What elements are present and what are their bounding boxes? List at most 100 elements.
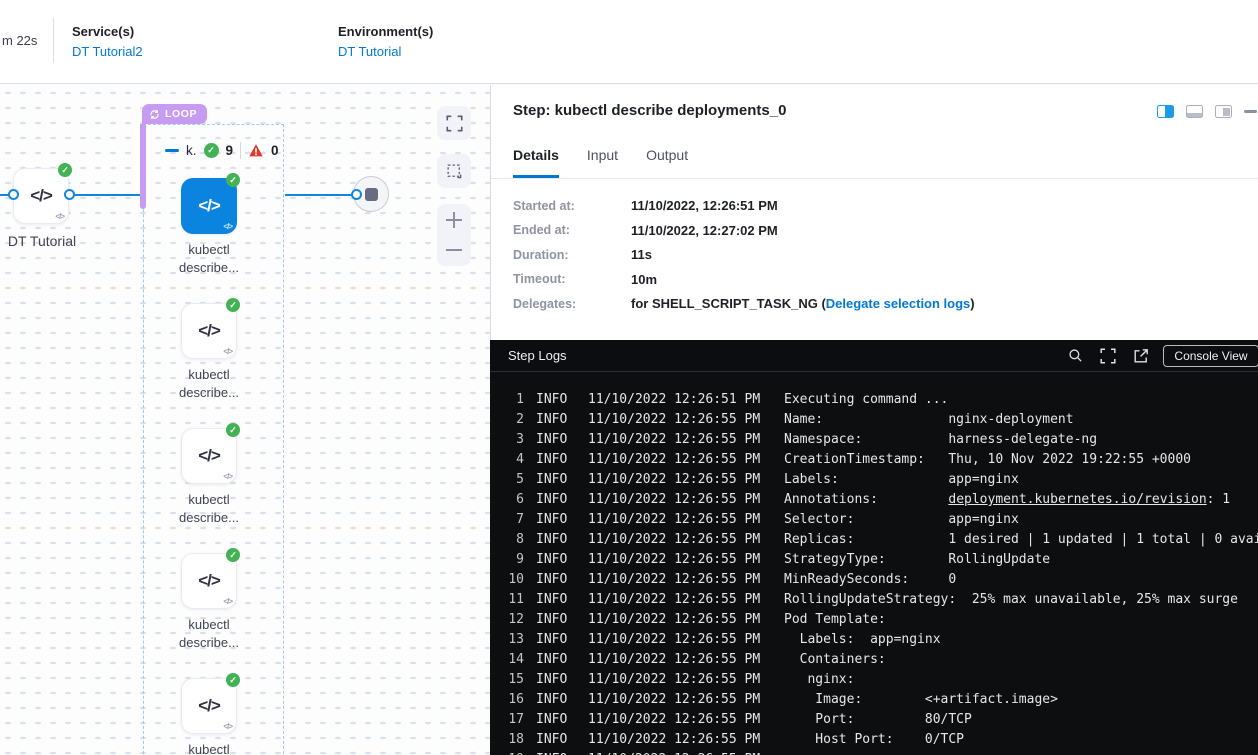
log-line-number: 15	[498, 670, 524, 690]
log-line-number: 9	[498, 550, 524, 570]
detail-row-delegates: Delegates: for SHELL_SCRIPT_TASK_NG (Del…	[513, 296, 975, 312]
step-node-kubectl-describe[interactable]: </></>✓	[181, 678, 237, 734]
open-in-new-tab-icon[interactable]	[1133, 348, 1149, 364]
search-icon[interactable]	[1068, 348, 1083, 363]
layout-bottom-split-icon[interactable]	[1186, 105, 1203, 118]
layout-right-panel-icon[interactable]	[1215, 105, 1232, 118]
code-mini-icon: </>	[223, 472, 232, 481]
step-node-kubectl-describe[interactable]: </></>✓	[181, 178, 237, 234]
log-timestamp: 11/10/2022 12:26:55 PM	[588, 410, 764, 430]
step-node-dt-tutorial[interactable]: </> </> ✓	[13, 168, 69, 224]
log-level: INFO	[536, 650, 576, 670]
log-timestamp: 11/10/2022 12:26:55 PM	[588, 610, 764, 630]
log-message: Labels: app=nginx	[784, 630, 941, 650]
edge-line	[70, 194, 143, 196]
success-badge-icon: ✓	[226, 673, 240, 687]
log-console[interactable]: 1 INFO 11/10/2022 12:26:51 PM Executing com…	[490, 372, 1258, 755]
service-block: Service(s) DT Tutorial2	[72, 24, 143, 59]
detail-value: for SHELL_SCRIPT_TASK_NG (Delegate selec…	[631, 296, 975, 311]
log-line-number: 5	[498, 470, 524, 490]
minimize-icon[interactable]	[1244, 110, 1257, 113]
connector-dot	[64, 189, 75, 200]
log-line: 6INFO11/10/2022 12:26:55 PMAnnotations: …	[498, 490, 1258, 510]
log-timestamp: 11/10/2022 12:26:55 PM	[588, 670, 764, 690]
log-line-number: 10	[498, 570, 524, 590]
log-timestamp: 11/10/2022 12:26:55 PM	[588, 470, 764, 490]
step-details-panel: Step: kubectl describe deployments_0 Det…	[490, 85, 1258, 755]
delegate-selection-logs-link[interactable]: Delegate selection logs	[826, 296, 971, 311]
zoom-in-button[interactable]	[446, 212, 462, 228]
log-message: RollingUpdateStrategy: 25% max unavailab…	[784, 590, 1238, 610]
log-timestamp: 11/10/2022 12:26:55 PM	[588, 570, 764, 590]
log-line-number: 1	[498, 390, 524, 410]
detail-label: Ended at:	[513, 223, 631, 237]
log-line-number: 18	[498, 730, 524, 750]
log-level: INFO	[536, 750, 576, 755]
tab-input[interactable]: Input	[587, 147, 618, 178]
zoom-controls	[437, 204, 471, 266]
service-link[interactable]: DT Tutorial2	[72, 44, 143, 59]
log-timestamp: 11/10/2022 12:26:55 PM	[588, 630, 764, 650]
zoom-out-button[interactable]	[446, 242, 462, 258]
log-line: 12INFO11/10/2022 12:26:55 PMPod Template…	[498, 610, 1258, 630]
detail-row-started-at: Started at: 11/10/2022, 12:26:51 PM	[513, 198, 975, 214]
console-view-button[interactable]: Console View	[1163, 345, 1258, 367]
success-count: 9	[226, 143, 234, 158]
success-badge-icon: ✓	[226, 423, 240, 437]
log-message: Annotations: deployment.kubernetes.io/re…	[784, 490, 1230, 510]
reset-selection-button[interactable]	[437, 154, 471, 188]
log-level: INFO	[536, 550, 576, 570]
connector-dot	[8, 189, 19, 200]
divider	[491, 178, 1258, 179]
code-icon: </>	[30, 186, 52, 206]
log-message: Executing command ...	[784, 390, 948, 410]
environment-label: Environment(s)	[338, 24, 433, 39]
collapse-icon[interactable]	[165, 149, 179, 152]
step-node-kubectl-describe[interactable]: </></>✓	[181, 303, 237, 359]
environment-link[interactable]: DT Tutorial	[338, 44, 433, 59]
fullscreen-icon[interactable]	[1100, 348, 1116, 364]
detail-label: Duration:	[513, 248, 631, 262]
success-badge-icon: ✓	[58, 163, 72, 177]
pipeline-canvas[interactable]: </> </> ✓ DT Tutorial LOOP k. ✓ 9 0 </><…	[0, 85, 490, 755]
loop-badge[interactable]: LOOP	[142, 104, 207, 124]
log-level: INFO	[536, 690, 576, 710]
step-node-wrapper: </></>✓kubectldescribe...	[181, 678, 237, 734]
log-level: INFO	[536, 390, 576, 410]
step-node-kubectl-describe[interactable]: </></>✓	[181, 428, 237, 484]
log-message-text: Annotations:	[784, 492, 948, 507]
tab-details[interactable]: Details	[513, 147, 559, 178]
log-line: 8INFO11/10/2022 12:26:55 PMReplicas: 1 d…	[498, 530, 1258, 550]
log-message: Name: nginx-deployment	[784, 410, 1074, 430]
code-icon: </>	[198, 571, 220, 591]
log-line: 10INFO11/10/2022 12:26:55 PMMinReadySeco…	[498, 570, 1258, 590]
panel-layout-controls	[1157, 105, 1257, 118]
tab-output[interactable]: Output	[646, 147, 688, 178]
success-count-icon: ✓	[204, 143, 219, 158]
log-line-number: 19	[498, 750, 524, 755]
execution-header: m 22s Service(s) DT Tutorial2 Environmen…	[0, 0, 1258, 84]
step-node-kubectl-describe[interactable]: </></>✓	[181, 553, 237, 609]
step-node-wrapper: </></>✓kubectldescribe...	[181, 553, 237, 609]
code-icon: </>	[198, 321, 220, 341]
step-logs-header: Step Logs Console View	[490, 340, 1258, 372]
loop-group-name: k.	[186, 143, 197, 158]
log-link[interactable]: deployment.kubernetes.io/revision	[948, 492, 1206, 507]
log-timestamp: 11/10/2022 12:26:55 PM	[588, 490, 764, 510]
loop-group-header: k. ✓ 9 0	[165, 142, 279, 158]
code-mini-icon: </>	[55, 212, 64, 221]
code-icon: </>	[198, 446, 220, 466]
layout-right-split-icon[interactable]	[1157, 105, 1174, 118]
log-message: Selector: app=nginx	[784, 510, 1019, 530]
log-level: INFO	[536, 570, 576, 590]
stop-icon	[365, 188, 378, 201]
log-line: 13INFO11/10/2022 12:26:55 PM Labels: app…	[498, 630, 1258, 650]
log-line-number: 8	[498, 530, 524, 550]
log-line-number: 12	[498, 610, 524, 630]
fit-view-button[interactable]	[437, 106, 471, 140]
log-level: INFO	[536, 630, 576, 650]
log-line: 11INFO11/10/2022 12:26:55 PMRollingUpdat…	[498, 590, 1258, 610]
log-timestamp: 11/10/2022 12:26:51 PM	[588, 390, 764, 410]
log-line: 16INFO11/10/2022 12:26:55 PM Image: <+ar…	[498, 690, 1258, 710]
log-timestamp: 11/10/2022 12:26:55 PM	[588, 690, 764, 710]
